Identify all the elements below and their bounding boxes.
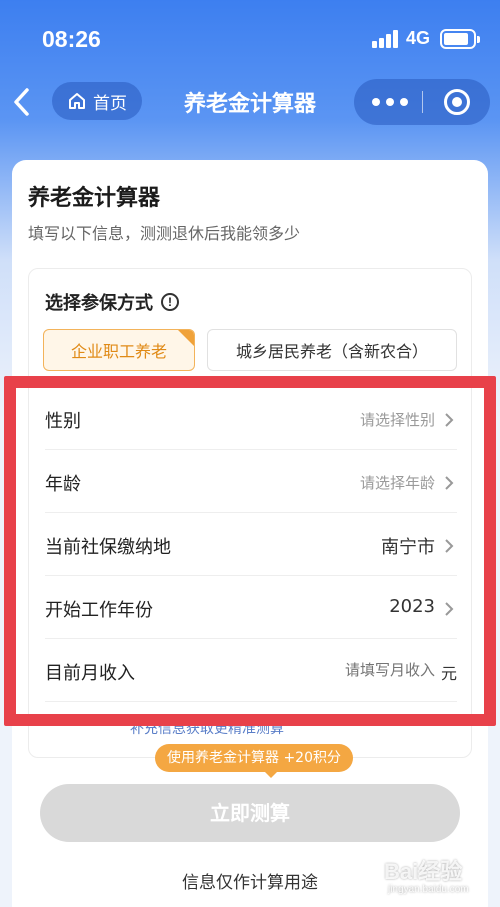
chevron-right-icon xyxy=(445,602,454,616)
network-type: 4G xyxy=(406,28,431,48)
watermark-text: Bai经验 xyxy=(384,859,463,884)
watermark-url: jingyan.baidu.com xyxy=(388,884,469,895)
insurance-type-heading: 选择参保方式 ! xyxy=(45,289,179,315)
gender-row[interactable]: 性别 请选择性别 xyxy=(45,387,457,450)
chevron-right-icon xyxy=(445,413,454,427)
chevron-right-icon xyxy=(445,476,454,490)
location-label: 当前社保缴纳地 xyxy=(45,537,171,558)
capsule-divider xyxy=(422,91,423,113)
gender-value: 请选择性别 xyxy=(359,411,435,429)
location-value: 南宁市 xyxy=(381,537,435,558)
age-value: 请选择年龄 xyxy=(359,474,435,492)
location-row[interactable]: 当前社保缴纳地 南宁市 xyxy=(45,513,457,576)
chevron-right-icon xyxy=(445,539,454,553)
status-time: 08:26 xyxy=(42,26,101,52)
age-label: 年龄 xyxy=(45,474,81,495)
status-bar: 08:26 4G xyxy=(0,0,500,78)
card-title: 养老金计算器 xyxy=(28,186,161,211)
info-icon[interactable]: ! xyxy=(161,293,179,311)
card-subtitle: 填写以下信息，测测退休后我能领多少 xyxy=(28,224,301,243)
close-target-icon[interactable] xyxy=(444,89,470,115)
income-unit: 元 xyxy=(440,664,457,683)
section-title: 选择参保方式 xyxy=(45,293,153,314)
calculate-button[interactable]: 立即测算 xyxy=(40,784,460,842)
points-badge: 使用养老金计算器 +20积分 xyxy=(155,744,353,778)
income-row: 目前月收入 元 xyxy=(45,639,457,702)
form-panel: 选择参保方式 ! 企业职工养老 城乡居民养老（含新农合） 性别 请选择性别 年龄… xyxy=(28,268,472,758)
option-enterprise-pension[interactable]: 企业职工养老 xyxy=(43,329,195,371)
more-dots-icon[interactable] xyxy=(372,93,408,111)
gender-label: 性别 xyxy=(45,411,81,432)
more-info-link[interactable]: 补充信息获取更精准测算 xyxy=(130,718,284,738)
battery-icon xyxy=(440,29,480,49)
start-year-value: 2023 xyxy=(389,596,435,617)
age-row[interactable]: 年龄 请选择年龄 xyxy=(45,450,457,513)
signal-icon xyxy=(372,30,400,48)
income-input[interactable] xyxy=(255,661,435,679)
start-year-label: 开始工作年份 xyxy=(45,600,153,621)
baidu-jingyan-watermark: Bai经验 jingyan.baidu.com xyxy=(378,852,498,902)
miniprogram-capsule xyxy=(354,79,490,125)
start-year-row[interactable]: 开始工作年份 2023 xyxy=(45,576,457,639)
income-label: 目前月收入 xyxy=(45,663,135,684)
option-resident-pension[interactable]: 城乡居民养老（含新农合） xyxy=(207,329,457,371)
